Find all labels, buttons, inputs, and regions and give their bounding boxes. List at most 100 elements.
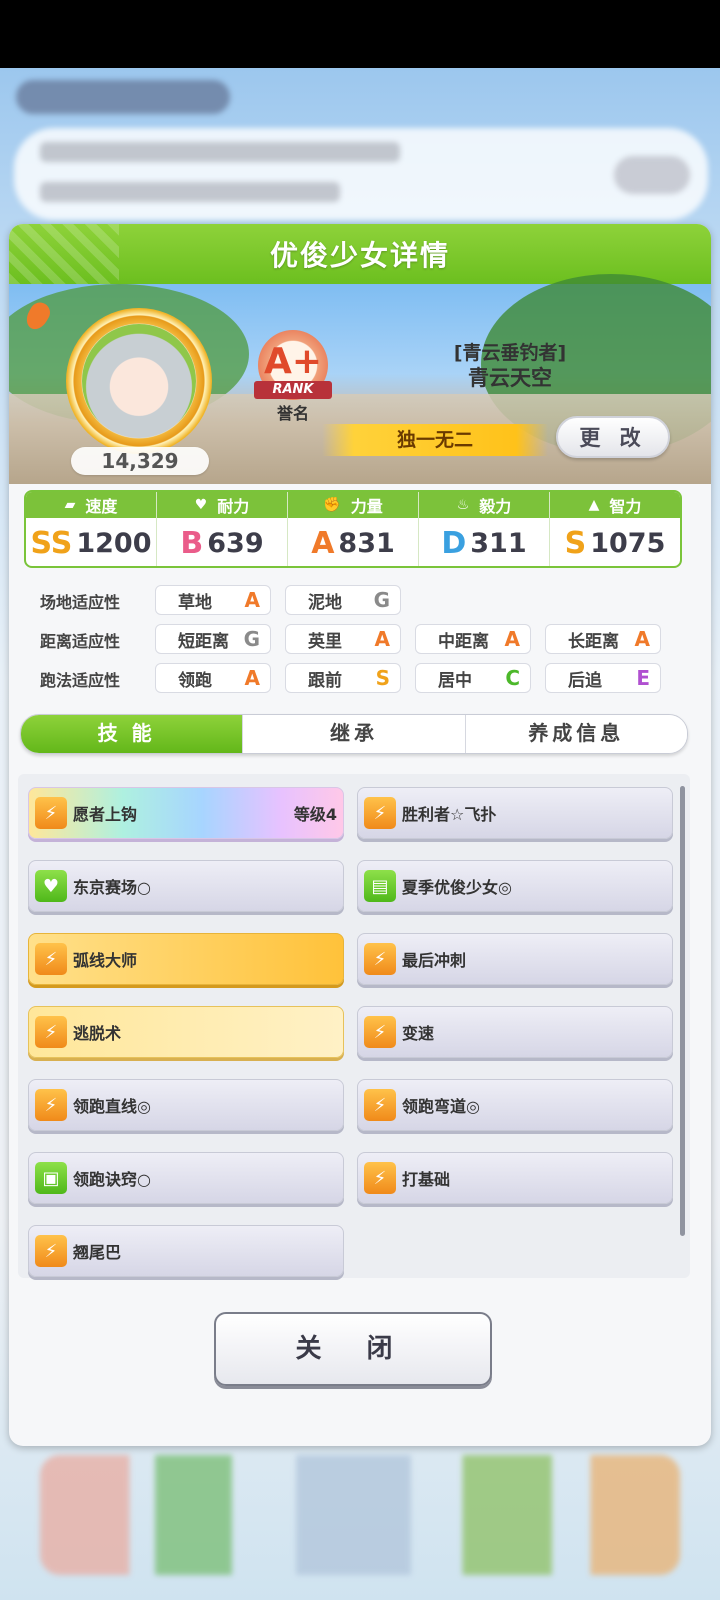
runner-icon: ⚡ bbox=[364, 1089, 396, 1121]
skill-item[interactable]: ⚡ 打基础 bbox=[357, 1152, 673, 1204]
unique-title-banner: 独一无二 bbox=[322, 424, 548, 456]
heart-icon: ♥ bbox=[35, 870, 67, 902]
tab-bar: 技能 继承 养成信息 bbox=[20, 714, 688, 754]
close-button[interactable]: 关 闭 bbox=[214, 1312, 492, 1386]
skill-item[interactable]: ▣ 领跑诀窍○ bbox=[28, 1152, 344, 1204]
change-button[interactable]: 更 改 bbox=[556, 416, 670, 458]
skill-name: 领跑诀窍○ bbox=[73, 1170, 151, 1189]
stats-table: ▰ 速度 SS 1200 ♥ 耐力 B 639 ✊ 力量 A 831 ♨ 毅力 D 311 ▲ 智… bbox=[24, 490, 682, 568]
runner-icon: ⚡ bbox=[364, 797, 396, 829]
skill-item[interactable]: ♥ 东京赛场○ bbox=[28, 860, 344, 912]
aptitude-name: 长距离 bbox=[568, 631, 619, 652]
skill-name: 逃脱术 bbox=[73, 1024, 122, 1043]
fan-count: 14,329 bbox=[71, 447, 209, 475]
aptitude-long: 长距离 A bbox=[545, 624, 661, 654]
aptitude-dirt: 泥地 G bbox=[285, 585, 401, 615]
stat-value: 311 bbox=[470, 527, 527, 559]
skill-name: 领跑弯道◎ bbox=[402, 1097, 480, 1116]
avatar[interactable] bbox=[82, 324, 196, 438]
runner-icon: ⚡ bbox=[35, 943, 67, 975]
stat-value: 1200 bbox=[76, 527, 152, 559]
header-decoration bbox=[9, 224, 119, 284]
aptitude-name: 泥地 bbox=[308, 592, 342, 613]
aptitude-grade: C bbox=[505, 666, 520, 690]
stat-label: 速度 bbox=[85, 497, 118, 516]
stat-value: 1075 bbox=[590, 527, 666, 559]
skill-name: 胜利者☆飞扑 bbox=[402, 805, 497, 824]
skill-item[interactable]: ⚡ 愿者上钩 等级4 bbox=[28, 787, 344, 839]
aptitude-name: 中距离 bbox=[438, 631, 489, 652]
skill-item[interactable]: ⚡ 逃脱术 bbox=[28, 1006, 344, 1058]
skill-name: 打基础 bbox=[402, 1170, 451, 1189]
aptitude-label: 跑法适应性 bbox=[40, 671, 121, 690]
tab-inheritance[interactable]: 继承 bbox=[243, 715, 466, 753]
aptitude-grade: A bbox=[374, 627, 390, 651]
stat-power: ✊ 力量 A 831 bbox=[288, 492, 419, 566]
runner-icon: ⚡ bbox=[364, 1016, 396, 1048]
stat-label: 智力 bbox=[609, 497, 642, 516]
skill-item[interactable]: ⚡ 胜利者☆飞扑 bbox=[357, 787, 673, 839]
heart-icon: ♥ bbox=[194, 497, 208, 513]
skill-item[interactable]: ⚡ 翘尾巴 bbox=[28, 1225, 344, 1277]
stat-stamina: ♥ 耐力 B 639 bbox=[157, 492, 288, 566]
stat-label: 毅力 bbox=[479, 497, 512, 516]
skill-name: 变速 bbox=[402, 1024, 435, 1043]
aptitude-grade: A bbox=[634, 627, 650, 651]
skill-item[interactable]: ⚡ 弧线大师 bbox=[28, 933, 344, 985]
stat-speed: ▰ 速度 SS 1200 bbox=[26, 492, 157, 566]
stat-grade: A bbox=[311, 525, 335, 561]
aptitude-name: 居中 bbox=[438, 670, 472, 691]
runner-icon: ⚡ bbox=[364, 943, 396, 975]
skill-item[interactable]: ⚡ 领跑直线◎ bbox=[28, 1079, 344, 1131]
stat-label: 耐力 bbox=[217, 497, 250, 516]
muscle-icon: ✊ bbox=[323, 497, 341, 513]
book-icon: ▣ bbox=[35, 1162, 67, 1194]
stat-grade: B bbox=[180, 525, 204, 561]
stat-grade: D bbox=[441, 525, 467, 561]
card-icon: ▤ bbox=[364, 870, 396, 902]
skill-item[interactable]: ⚡ 最后冲刺 bbox=[357, 933, 673, 985]
aptitude-end: 后追 E bbox=[545, 663, 661, 693]
aptitude-name: 后追 bbox=[568, 670, 602, 691]
skill-name: 东京赛场○ bbox=[73, 878, 151, 897]
aptitude-grade: A bbox=[244, 666, 260, 690]
aptitude-row-style: 跑法适应性 bbox=[40, 663, 154, 695]
stat-wisdom: ▲ 智力 S 1075 bbox=[550, 492, 680, 566]
rank-ribbon: RANK bbox=[254, 381, 332, 399]
aptitude-mile: 英里 A bbox=[285, 624, 401, 654]
aptitude-medium: 中距离 A bbox=[415, 624, 531, 654]
blurred-text-line bbox=[40, 142, 400, 162]
aptitude-name: 英里 bbox=[308, 631, 342, 652]
runner-icon: ⚡ bbox=[35, 1016, 67, 1048]
skill-name: 愿者上钩 bbox=[73, 805, 138, 824]
tab-skills[interactable]: 技能 bbox=[21, 715, 244, 753]
aptitude-grade: A bbox=[504, 627, 520, 651]
skill-name: 最后冲刺 bbox=[402, 951, 467, 970]
aptitude-short: 短距离 G bbox=[155, 624, 271, 654]
aptitude-grade: A bbox=[244, 588, 260, 612]
skill-item[interactable]: ⚡ 领跑弯道◎ bbox=[357, 1079, 673, 1131]
runner-icon: ⚡ bbox=[35, 1235, 67, 1267]
character-name: 青云天空 bbox=[468, 366, 552, 390]
stat-grade: SS bbox=[30, 525, 73, 561]
blurred-button bbox=[614, 156, 690, 194]
skill-list-scrollbar[interactable] bbox=[680, 786, 685, 1236]
shoe-icon: ▰ bbox=[64, 497, 76, 513]
tab-training-info[interactable]: 养成信息 bbox=[465, 715, 687, 753]
stat-value: 831 bbox=[338, 527, 395, 559]
skill-name: 领跑直线◎ bbox=[73, 1097, 151, 1116]
runner-icon: ⚡ bbox=[35, 797, 67, 829]
aptitude-name: 短距离 bbox=[178, 631, 229, 652]
skill-name: 翘尾巴 bbox=[73, 1243, 122, 1262]
skill-item[interactable]: ▤ 夏季优俊少女◎ bbox=[357, 860, 673, 912]
aptitude-grade: E bbox=[636, 666, 650, 690]
flame-icon: ♨ bbox=[456, 497, 470, 513]
skill-item[interactable]: ⚡ 变速 bbox=[357, 1006, 673, 1058]
aptitude-row-distance: 距离适应性 bbox=[40, 624, 154, 656]
aptitude-name: 草地 bbox=[178, 592, 212, 613]
aptitude-grade: G bbox=[243, 627, 260, 651]
runner-icon: ⚡ bbox=[364, 1162, 396, 1194]
skill-level: 等级4 bbox=[293, 805, 337, 824]
rank-label: 誉名 bbox=[276, 404, 309, 423]
skill-name: 夏季优俊少女◎ bbox=[402, 878, 512, 897]
